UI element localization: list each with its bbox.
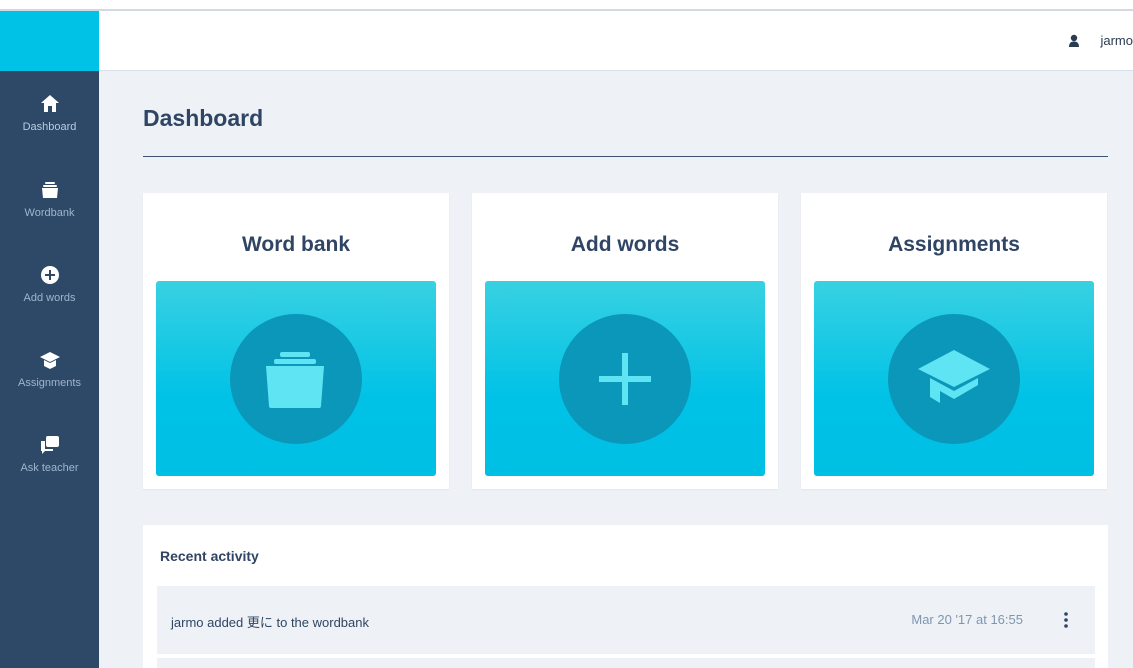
sidebar-item-label: Assignments	[18, 377, 81, 389]
assignments-card[interactable]: Assignments	[801, 193, 1107, 489]
more-vertical-icon[interactable]	[1061, 610, 1071, 630]
sidebar-item-label: Ask teacher	[20, 462, 79, 474]
chat-icon	[40, 436, 59, 454]
list-item[interactable]	[157, 658, 1095, 668]
plus-icon	[599, 353, 651, 405]
sidebar-item-label: Wordbank	[24, 207, 75, 219]
card-tile[interactable]	[814, 281, 1094, 476]
sidebar-item-assignments[interactable]: Assignments	[0, 349, 99, 419]
card-icon-circle	[559, 314, 691, 444]
top-bar: jarmo	[99, 11, 1133, 71]
sidebar: Dashboard Wordbank Add words Assignments…	[0, 11, 99, 668]
activity-text: jarmo added 更に to the wordbank	[171, 615, 369, 630]
graduation-cap-icon	[918, 350, 990, 403]
sidebar-item-wordbank[interactable]: Wordbank	[0, 179, 99, 249]
page-title: Dashboard	[143, 105, 264, 131]
recent-activity-panel: Recent activity jarmo added 更に to the wo…	[143, 525, 1108, 668]
brand-logo-area	[0, 11, 99, 71]
list-item[interactable]: jarmo added 更に to the wordbank Mar 20 '1…	[157, 586, 1095, 654]
sidebar-item-add-words[interactable]: Add words	[0, 264, 99, 334]
card-icon-circle	[230, 314, 362, 444]
folder-icon	[41, 182, 58, 198]
plus-circle-icon	[40, 266, 59, 284]
sidebar-item-ask-teacher[interactable]: Ask teacher	[0, 434, 99, 504]
title-divider	[143, 156, 1108, 157]
user-menu[interactable]: jarmo	[1068, 33, 1133, 48]
activity-timestamp: Mar 20 '17 at 16:55	[911, 612, 1023, 627]
user-icon	[1069, 34, 1080, 47]
card-icon-circle	[888, 314, 1020, 444]
sidebar-item-label: Dashboard	[22, 121, 77, 133]
home-icon	[40, 95, 59, 112]
recent-activity-title: Recent activity	[160, 548, 259, 564]
username: jarmo	[1100, 33, 1133, 48]
card-tile[interactable]	[156, 281, 436, 476]
sidebar-item-label: Add words	[23, 292, 76, 304]
word-bank-card[interactable]: Word bank	[143, 193, 449, 489]
folder-icon	[266, 352, 324, 408]
graduation-cap-icon	[39, 352, 60, 369]
sidebar-item-dashboard[interactable]: Dashboard	[0, 93, 99, 163]
card-title: Add words	[570, 233, 680, 256]
card-title: Word bank	[241, 233, 351, 256]
card-tile[interactable]	[485, 281, 765, 476]
window-top-edge	[0, 0, 1133, 11]
card-title: Assignments	[888, 233, 1020, 256]
add-words-card[interactable]: Add words	[472, 193, 778, 489]
